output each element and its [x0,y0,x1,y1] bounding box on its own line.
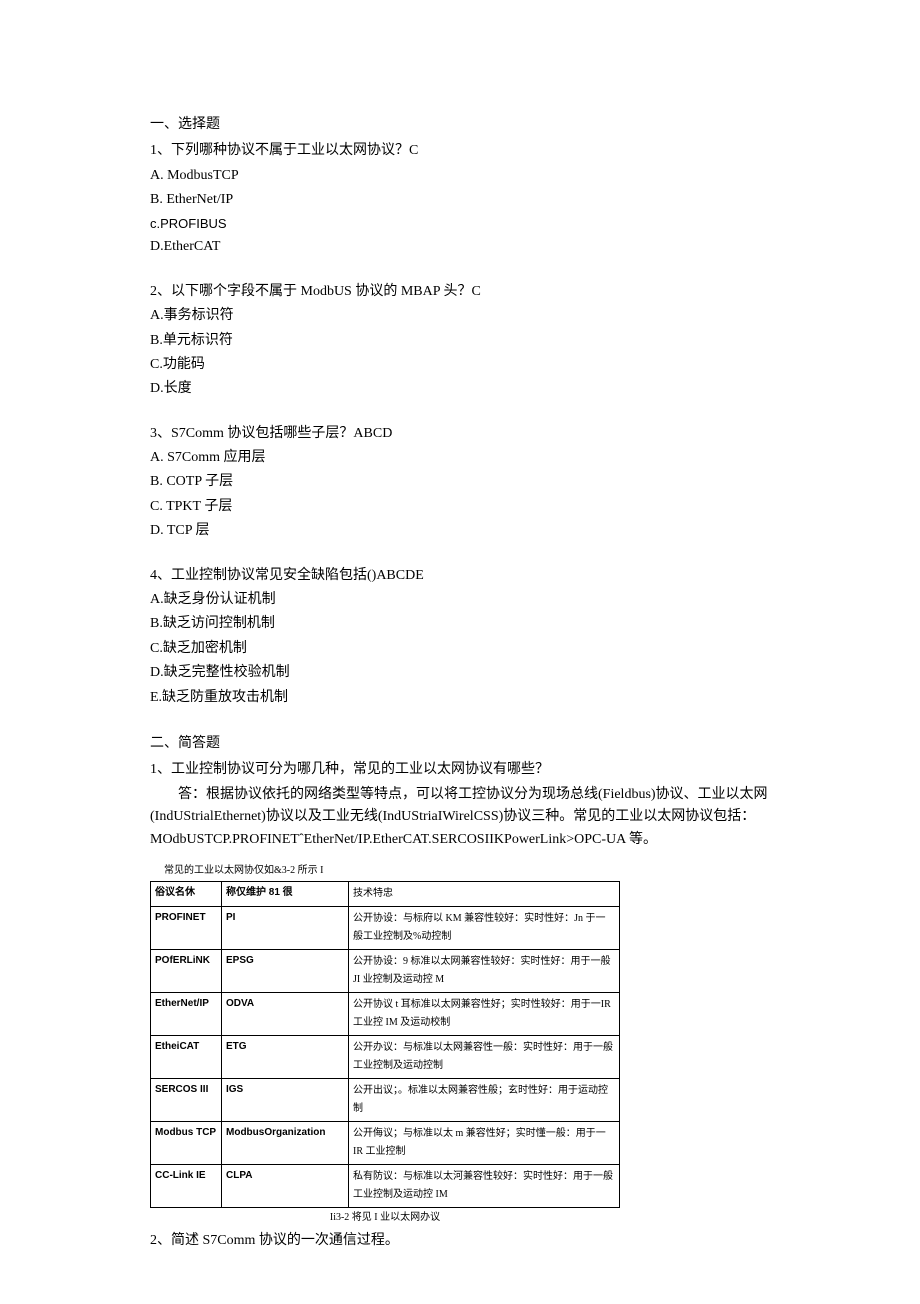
cell-feat: 公开办议：与标准以太网兼容性一般：实时性好：用于一般工业控制及运动控制 [349,1035,620,1078]
q4-option-d: D.缺乏完整性校验机制 [150,662,770,684]
q1-text: 1、下列哪种协议不属于工业以太网协议？C [150,140,770,162]
q2-text: 2、以下哪个字段不属于 ModbUS 协议的 MBAP 头？C [150,281,770,303]
table-row: PROFINET PI 公开协设：与标府以 KM 兼容性较好：实时性好：Jn 于… [151,906,620,949]
protocols-table: 俗议名休 称仅维护 81 很 技术特忠 PROFINET PI 公开协设：与标府… [150,881,620,1208]
q1-option-a: A. ModbusTCP [150,165,770,187]
table-row: EtheiCAT ETG 公开办议：与标准以太网兼容性一般：实时性好：用于一般工… [151,1035,620,1078]
th-feat: 技术特忠 [349,881,620,906]
table-footer: Ii3-2 将见 I 业以太网办议 [150,1210,620,1226]
th-name: 俗议名休 [151,881,222,906]
table-caption: 常见的工业以太网协仅如&3-2 所示 I [164,863,770,879]
cell-name: EtheiCAT [151,1035,222,1078]
q2-option-a: A.事务标识符 [150,305,770,327]
cell-org: EPSG [222,949,349,992]
cell-feat: 公开协设：与标府以 KM 兼容性较好：实时性好：Jn 于一般工业控制及%动控制 [349,906,620,949]
q4-option-a: A.缺乏身份认证机制 [150,589,770,611]
q3-option-d: D. TCP 层 [150,520,770,542]
table-row: Modbus TCP ModbusOrganization 公开侮议；与标准以太… [151,1121,620,1164]
q2-option-b: B.单元标识符 [150,330,770,352]
cell-org: IGS [222,1078,349,1121]
q3-option-a: A. S7Comm 应用层 [150,447,770,469]
q3-text: 3、S7Comm 协议包括哪些子层？ABCD [150,423,770,445]
cell-feat: 公开侮议；与标准以太 m 兼容性好；实时懂一般：用于一 IR 工业控制 [349,1121,620,1164]
cell-org: ModbusOrganization [222,1121,349,1164]
q4-text: 4、工业控制协议常见安全缺陷包括()ABCDE [150,565,770,587]
cell-feat: 公开协设：9 标准以太网兼容性较好：实时性好：用于一般 JI 业控制及运动控 M [349,949,620,992]
q4-option-e: E.缺乏防重放攻击机制 [150,687,770,709]
cell-feat: 公开协议 t 耳标准以太网兼容性好；实时性较好：用于一IR 工业控 IM 及运动… [349,992,620,1035]
q3-option-b: B. COTP 子层 [150,471,770,493]
cell-feat: 公开出议；。标准以太网兼容性般；玄时性好：用于运动控制 [349,1078,620,1121]
cell-org: CLPA [222,1164,349,1207]
cell-name: PROFINET [151,906,222,949]
table-row: POfERLiNK EPSG 公开协设：9 标准以太网兼容性较好：实时性好：用于… [151,949,620,992]
q1-option-b: B. EtherNet/IP [150,189,770,211]
th-org: 称仅维护 81 很 [222,881,349,906]
cell-name: POfERLiNK [151,949,222,992]
q4-option-b: B.缺乏访问控制机制 [150,613,770,635]
cell-name: CC-Link IE [151,1164,222,1207]
cell-name: EtherNet/IP [151,992,222,1035]
sq1-answer: 答：根据协议依托的网络类型等特点，可以将工控协议分为现场总线(Fieldbus)… [150,784,770,851]
q1-option-d: D.EtherCAT [150,236,770,258]
table-row: EtherNet/IP ODVA 公开协议 t 耳标准以太网兼容性好；实时性较好… [151,992,620,1035]
q3-option-c: C. TPKT 子层 [150,496,770,518]
cell-feat: 私有防议：与标准以太河兼容性较好：实时性好：用于一般工业控制及运动控 IM [349,1164,620,1207]
cell-org: ODVA [222,992,349,1035]
q2-option-c: C.功能码 [150,354,770,376]
cell-org: PI [222,906,349,949]
q4-option-c: C.缺乏加密机制 [150,638,770,660]
table-row: SERCOS III IGS 公开出议；。标准以太网兼容性般；玄时性好：用于运动… [151,1078,620,1121]
q2-option-d: D.长度 [150,378,770,400]
section-2-title: 二、简答题 [150,733,770,755]
q1-option-c: c.PROFIBUS [150,214,770,235]
cell-name: Modbus TCP [151,1121,222,1164]
section-1-title: 一、选择题 [150,114,770,136]
sq1-text: 1、工业控制协议可分为哪几种，常见的工业以太网协议有哪些？ [150,759,770,781]
cell-org: ETG [222,1035,349,1078]
table-row: CC-Link IE CLPA 私有防议：与标准以太河兼容性较好：实时性好：用于… [151,1164,620,1207]
table-header-row: 俗议名休 称仅维护 81 很 技术特忠 [151,881,620,906]
cell-name: SERCOS III [151,1078,222,1121]
sq2-text: 2、简述 S7Comm 协议的一次通信过程。 [150,1230,770,1252]
